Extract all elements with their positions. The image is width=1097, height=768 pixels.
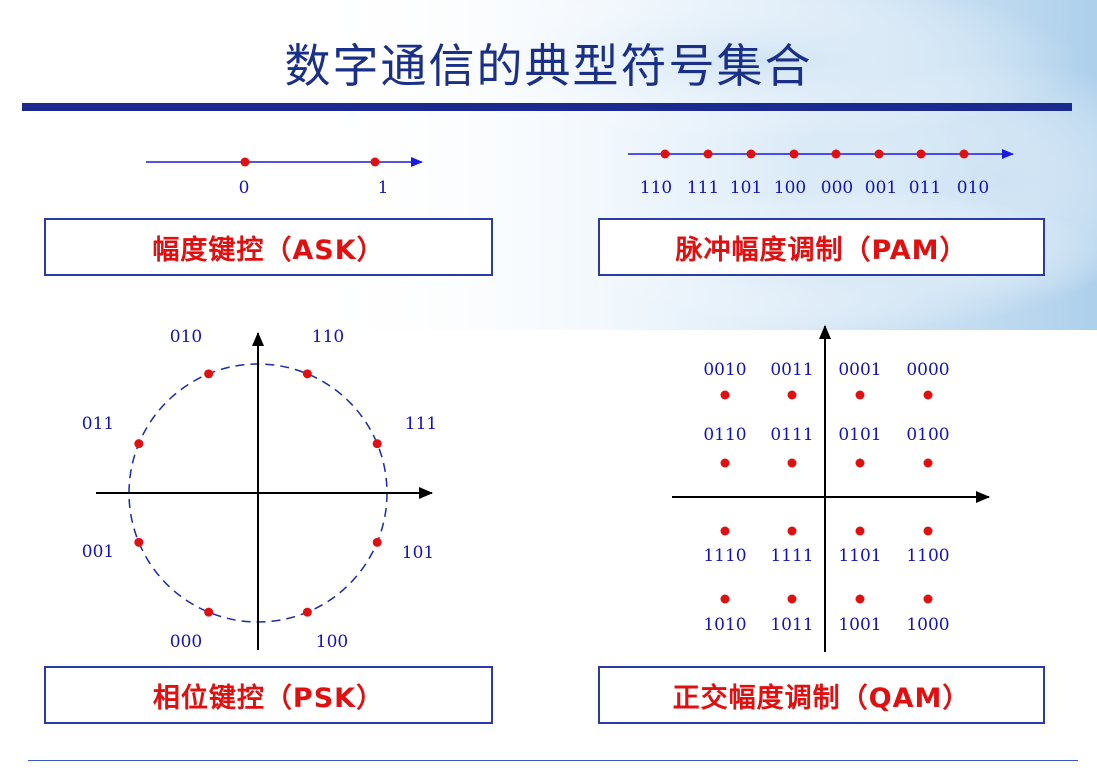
point-label: 011 — [909, 178, 941, 198]
point-label: 0010 — [703, 360, 746, 380]
constellation-point — [703, 149, 713, 159]
psk-caption: 相位键控（PSK） — [44, 666, 493, 724]
constellation-point — [240, 157, 250, 167]
constellation-point — [831, 149, 841, 159]
point-label: 1000 — [906, 615, 949, 635]
constellation-point — [134, 537, 144, 547]
constellation-point — [923, 390, 933, 400]
psk-diagram: 110 111 101 100 000 001 011 010 — [82, 327, 437, 652]
point-label: 101 — [730, 178, 762, 198]
footer-divider — [28, 760, 1078, 761]
constellation-point — [855, 526, 865, 536]
point-label: 100 — [316, 632, 348, 652]
point-label: 0001 — [838, 360, 881, 380]
constellation-point — [787, 390, 797, 400]
constellation-point — [660, 149, 670, 159]
constellation-point — [720, 458, 730, 468]
point-label: 1 — [378, 178, 389, 198]
constellation-point — [855, 390, 865, 400]
constellation-point — [855, 594, 865, 604]
constellation-point — [874, 149, 884, 159]
constellation-point — [746, 149, 756, 159]
point-label: 1100 — [906, 546, 949, 566]
constellation-point — [923, 526, 933, 536]
constellation-point — [204, 369, 214, 379]
point-label: 001 — [82, 542, 114, 562]
constellation-point — [787, 526, 797, 536]
constellation-point — [789, 149, 799, 159]
point-label: 1111 — [770, 546, 813, 566]
constellation-point — [204, 607, 214, 617]
constellation-point — [720, 390, 730, 400]
pam-diagram: 110 111 101 100 000 001 011 010 — [628, 149, 1014, 198]
constellation-point — [302, 607, 312, 617]
constellation-point — [923, 594, 933, 604]
point-label: 011 — [82, 414, 114, 434]
point-label: 0011 — [770, 360, 813, 380]
point-label: 0101 — [838, 425, 881, 445]
ask-caption: 幅度键控（ASK） — [44, 218, 493, 276]
qam-caption: 正交幅度调制（QAM） — [598, 666, 1045, 724]
point-label: 001 — [865, 178, 897, 198]
point-label: 100 — [774, 178, 806, 198]
point-label: 1010 — [703, 615, 746, 635]
point-label: 000 — [821, 178, 853, 198]
constellation-point — [787, 458, 797, 468]
constellation-point — [720, 594, 730, 604]
point-label: 0000 — [906, 360, 949, 380]
point-label: 110 — [640, 178, 672, 198]
constellation-point — [923, 458, 933, 468]
point-label: 0111 — [770, 425, 813, 445]
point-label: 101 — [402, 543, 434, 563]
constellation-point — [302, 369, 312, 379]
point-label: 1011 — [770, 615, 813, 635]
constellation-point — [372, 537, 382, 547]
point-label: 0100 — [906, 425, 949, 445]
ask-diagram: 01 — [146, 157, 423, 198]
constellation-point — [916, 149, 926, 159]
pam-caption: 脉冲幅度调制（PAM） — [598, 218, 1045, 276]
point-label: 111 — [405, 414, 437, 434]
point-label: 010 — [957, 178, 989, 198]
constellation-diagrams: 01 110 111 101 100 000 001 011 010 110111101100… — [82, 149, 1014, 652]
point-label: 0 — [239, 178, 250, 198]
constellation-point — [720, 526, 730, 536]
point-label: 1110 — [703, 546, 746, 566]
point-label: 0110 — [703, 425, 746, 445]
point-label: 110 — [312, 327, 344, 347]
qam-diagram: 0010 0011 0001 0000 0110 0111 0101 0100 1110 1111… — [672, 325, 990, 652]
constellation-point — [370, 157, 380, 167]
constellation-point — [372, 439, 382, 449]
constellation-point — [134, 439, 144, 449]
constellation-point — [959, 149, 969, 159]
point-label: 000 — [170, 632, 202, 652]
constellation-point — [855, 458, 865, 468]
constellation-point — [787, 594, 797, 604]
point-label: 010 — [170, 327, 202, 347]
point-label: 1101 — [838, 546, 881, 566]
point-label: 1001 — [838, 615, 881, 635]
point-label: 111 — [687, 178, 719, 198]
